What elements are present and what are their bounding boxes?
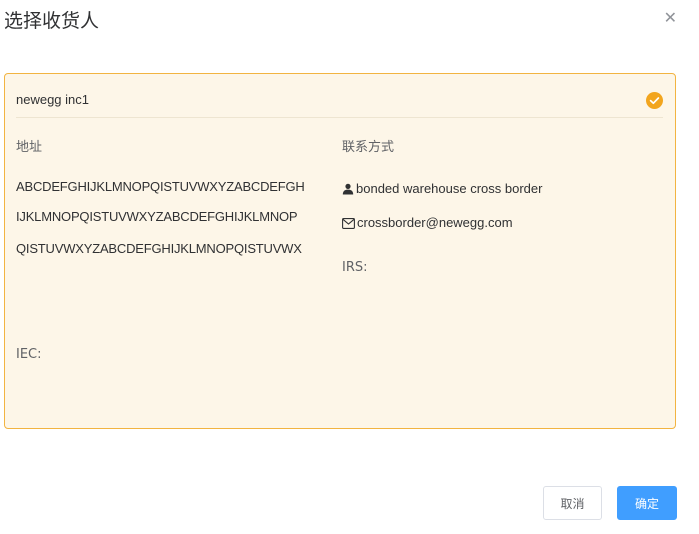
receiver-name: newegg inc1 xyxy=(16,92,89,107)
receiver-card[interactable]: newegg inc1 地址 联系方式 ABCDEFGHIJKLMNOPQIST… xyxy=(4,73,676,429)
address-line-2: IJKLMNOPQISTUVWXYZABCDEFGHIJKLMNOP xyxy=(16,209,298,224)
irs-label: IRS: xyxy=(342,260,368,275)
iec-label: IEC: xyxy=(16,347,42,362)
check-circle-icon xyxy=(646,92,663,109)
contact-email: crossborder@newegg.com xyxy=(357,215,513,230)
mail-icon xyxy=(342,218,355,229)
contact-name: bonded warehouse cross border xyxy=(356,181,543,196)
address-line-1: ABCDEFGHIJKLMNOPQISTUVWXYZABCDEFGH xyxy=(16,179,305,194)
close-icon[interactable]: ✕ xyxy=(664,8,677,27)
card-divider xyxy=(16,117,663,118)
confirm-button[interactable]: 确定 xyxy=(617,486,677,520)
contact-email-row: crossborder@newegg.com xyxy=(342,215,513,230)
address-line-3: QISTUVWXYZABCDEFGHIJKLMNOPQISTUVWX xyxy=(16,241,302,256)
contact-label: 联系方式 xyxy=(342,140,395,155)
dialog-title: 选择收货人 xyxy=(4,10,100,32)
user-icon xyxy=(342,183,354,195)
cancel-button[interactable]: 取消 xyxy=(543,486,602,520)
contact-person: bonded warehouse cross border xyxy=(342,181,542,196)
address-label: 地址 xyxy=(16,140,43,155)
